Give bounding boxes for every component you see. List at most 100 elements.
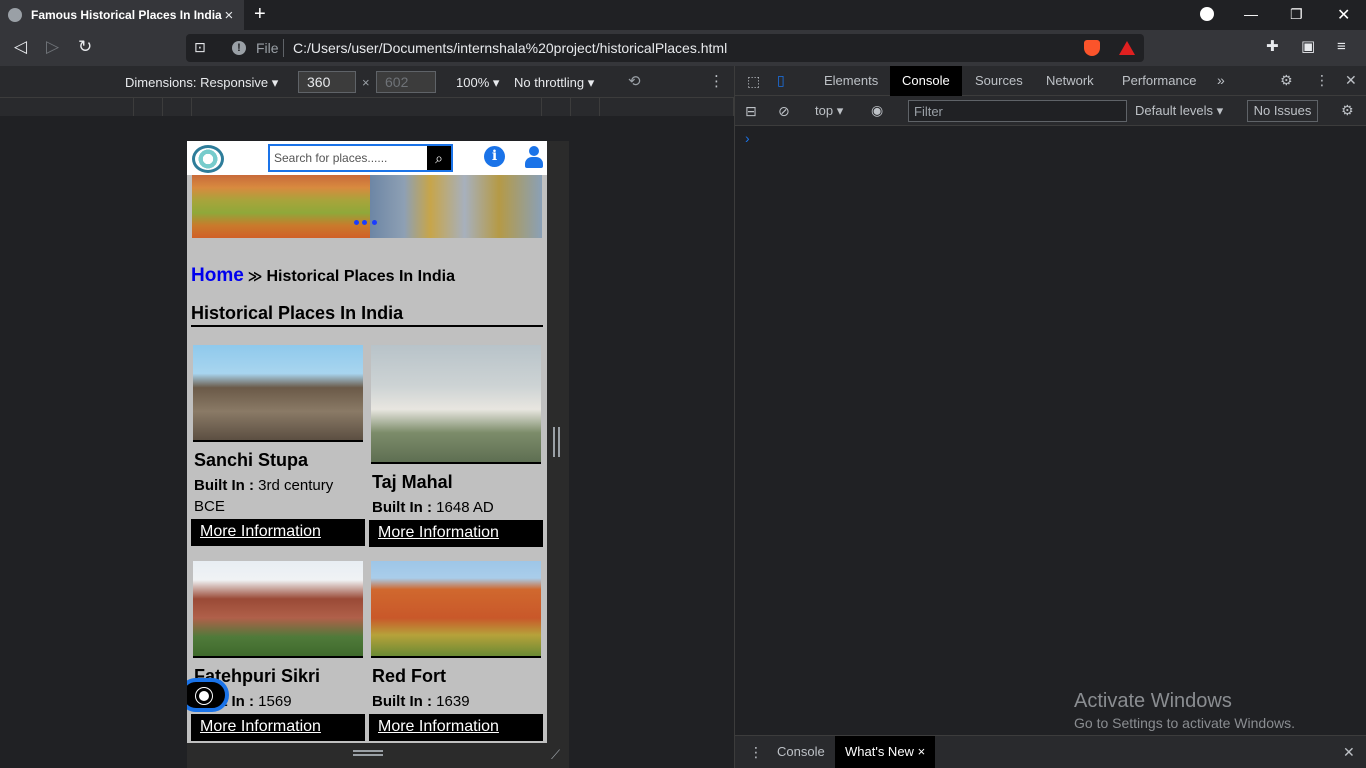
wallet-icon[interactable]: ▣ — [1301, 38, 1315, 56]
site-info-icon[interactable]: ! — [232, 41, 246, 55]
restore-button[interactable]: ❐ — [1290, 6, 1303, 23]
breadcrumb-current: Historical Places In India — [266, 268, 455, 285]
tab-close-button[interactable]: × — [222, 7, 236, 24]
search-input[interactable] — [270, 146, 427, 170]
clear-console-icon[interactable]: ⊘ — [778, 103, 790, 120]
context-selector[interactable]: top ▾ — [815, 103, 843, 119]
bottom-resize-bar: ⟋ — [187, 743, 569, 768]
live-expression-eye-icon[interactable]: ◉ — [871, 102, 883, 119]
profile-menu-icon[interactable] — [1200, 7, 1214, 21]
carousel-dot[interactable] — [362, 220, 367, 225]
more-information-button[interactable]: More Information — [191, 519, 365, 546]
corner-resize-handle[interactable]: ⟋ — [551, 747, 560, 763]
tab-network[interactable]: Network — [1034, 66, 1106, 96]
media-query-segment[interactable] — [0, 98, 134, 116]
forward-icon[interactable]: ▷ — [46, 38, 59, 56]
devtools-drawer: ⋮ Console What's New × ✕ — [735, 735, 1366, 768]
drawer-menu-icon[interactable]: ⋮ — [749, 744, 763, 761]
media-query-segment[interactable] — [571, 98, 600, 116]
tab-strip: Famous Historical Places In India × + — … — [0, 0, 1366, 30]
place-image[interactable] — [371, 345, 541, 464]
brave-rewards-icon[interactable] — [1119, 41, 1135, 55]
tab-elements[interactable]: Elements — [812, 66, 890, 96]
media-query-segment[interactable] — [600, 98, 734, 116]
media-query-segment[interactable] — [542, 98, 571, 116]
issues-button[interactable]: No Issues — [1247, 100, 1318, 122]
site-logo[interactable] — [192, 145, 224, 173]
carousel-dot[interactable] — [372, 220, 377, 225]
user-icon[interactable] — [525, 146, 543, 168]
throttling-dropdown[interactable]: No throttling ▾ — [514, 75, 594, 91]
place-image[interactable] — [371, 561, 541, 658]
media-query-segment[interactable] — [163, 98, 192, 116]
url-text[interactable]: C:/Users/user/Documents/internshala%20pr… — [293, 40, 727, 56]
contrast-icon — [196, 688, 212, 704]
tab-console[interactable]: Console — [890, 66, 962, 96]
new-tab-button[interactable]: + — [254, 4, 266, 24]
image-carousel — [192, 175, 542, 238]
extensions-icon[interactable]: ✚ — [1266, 38, 1279, 56]
tab-sources[interactable]: Sources — [963, 66, 1035, 96]
drawer-tab-console[interactable]: Console — [767, 736, 835, 768]
log-levels-dropdown[interactable]: Default levels ▾ — [1135, 103, 1223, 119]
console-filter-input[interactable]: Filter — [908, 100, 1127, 122]
carousel-dot[interactable] — [354, 220, 359, 225]
device-toolbar-icon[interactable]: ▯ — [777, 72, 785, 89]
place-image[interactable] — [193, 561, 363, 658]
site-header: ⌕ i — [187, 141, 547, 175]
minimize-button[interactable]: — — [1244, 6, 1258, 22]
windows-activation-watermark: Activate Windows Go to Settings to activ… — [1074, 690, 1295, 731]
built-label: Built In : — [194, 477, 254, 494]
more-information-button[interactable]: More Information — [369, 714, 543, 741]
zoom-value: 100% — [456, 75, 490, 90]
media-query-bar[interactable] — [0, 98, 734, 116]
rotate-icon[interactable]: ⟲ — [628, 72, 641, 90]
bookmark-icon[interactable]: ⊡ — [194, 39, 206, 56]
drawer-tab-close[interactable]: × — [918, 744, 926, 759]
zoom-dropdown[interactable]: 100% ▾ — [456, 75, 499, 91]
info-icon[interactable]: i — [484, 146, 505, 167]
breadcrumb: Home ≫ Historical Places In India — [191, 265, 455, 287]
window-close-button[interactable]: ✕ — [1337, 5, 1350, 25]
more-tabs-icon[interactable]: » — [1217, 72, 1225, 88]
height-input[interactable]: 602 — [376, 71, 436, 93]
place-image[interactable] — [193, 345, 363, 442]
place-built: Built In : 1648 AD — [372, 497, 543, 518]
settings-icon[interactable]: ⚙ — [1280, 72, 1293, 89]
breadcrumb-separator: ≫ — [247, 268, 263, 284]
search-button[interactable]: ⌕ — [427, 146, 451, 170]
throttling-value: No throttling — [514, 75, 585, 90]
browser-tab[interactable]: Famous Historical Places In India × — [0, 0, 244, 30]
address-bar[interactable]: ⊡ ! File C:/Users/user/Documents/interns… — [186, 34, 1144, 62]
brave-shields-icon[interactable] — [1084, 40, 1100, 56]
more-information-button[interactable]: More Information — [369, 520, 543, 547]
more-options-icon[interactable]: ⋮ — [709, 72, 724, 90]
media-query-segment[interactable] — [192, 98, 542, 116]
media-query-segment[interactable] — [134, 98, 163, 116]
right-resize-handle[interactable] — [553, 427, 560, 457]
customize-icon[interactable]: ⋮ — [1315, 72, 1329, 89]
more-information-button[interactable]: More Information — [191, 714, 365, 741]
close-drawer-icon[interactable]: ✕ — [1343, 744, 1355, 761]
menu-icon[interactable]: ≡ — [1337, 38, 1346, 56]
breadcrumb-home-link[interactable]: Home — [191, 265, 244, 286]
built-value: 1648 AD — [436, 499, 494, 516]
bottom-resize-handle[interactable] — [353, 750, 383, 756]
sidebar-toggle-icon[interactable]: ⊟ — [745, 103, 757, 120]
log-levels-value: Default levels — [1135, 103, 1214, 118]
console-prompt[interactable]: › — [745, 130, 750, 146]
width-input[interactable]: 360 — [298, 71, 356, 93]
dimensions-dropdown[interactable]: Dimensions: Responsive ▾ — [125, 75, 278, 91]
drawer-tab-whats-new[interactable]: What's New × — [835, 736, 936, 768]
place-card: Red Fort Built In : 1639 More Informatio… — [369, 561, 543, 741]
tab-performance[interactable]: Performance — [1110, 66, 1208, 96]
reload-icon[interactable]: ↻ — [78, 38, 92, 56]
console-settings-icon[interactable]: ⚙ — [1341, 102, 1354, 119]
times-sign: × — [362, 75, 370, 90]
close-devtools-icon[interactable]: ✕ — [1345, 72, 1357, 89]
inspect-element-icon[interactable]: ⬚ — [747, 73, 760, 90]
divider — [283, 39, 284, 57]
back-icon[interactable]: ◁ — [14, 38, 27, 56]
devtools-tab-bar: ⬚ ▯ Elements Console Sources Network Per… — [735, 66, 1366, 96]
dark-mode-toggle[interactable] — [187, 678, 229, 712]
